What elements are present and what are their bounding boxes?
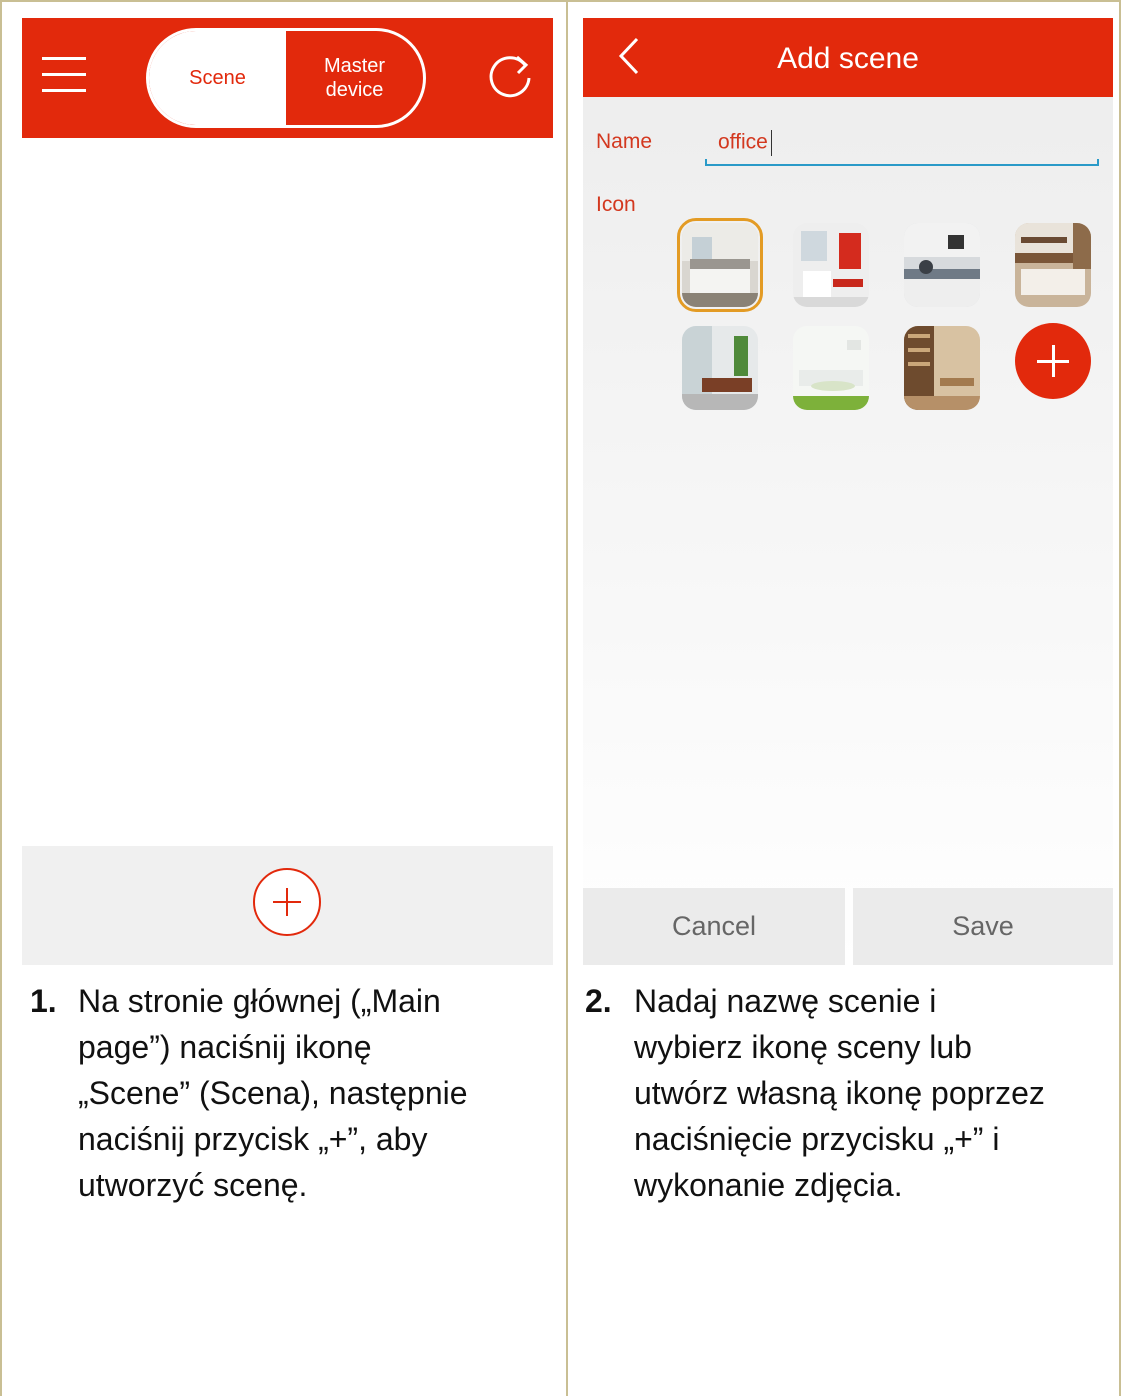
scene-icon-kitchen-white[interactable]: [904, 223, 980, 307]
cancel-button[interactable]: Cancel: [583, 888, 845, 965]
add-scene-screen: Add scene Name office Icon Cancel Save: [583, 18, 1113, 965]
table-top-border: [0, 0, 1121, 2]
step-text: Na stronie głównej („Main page”) naciśni…: [78, 983, 468, 1203]
office-icon: [904, 326, 980, 410]
main-page-header: Scene Master device: [22, 18, 553, 138]
scene-icon-living-room[interactable]: [793, 326, 869, 410]
page-title: Add scene: [777, 42, 919, 75]
caption-step-1: 1. Na stronie głównej („Main page”) naci…: [30, 978, 560, 1203]
kitchen-icon: [904, 223, 980, 307]
scene-icon-bedroom-white[interactable]: [677, 218, 763, 312]
scene-icon-bedroom-wood[interactable]: [1015, 223, 1091, 307]
scene-icon-kitchen-red[interactable]: [793, 223, 869, 307]
underline-tick-left: [705, 159, 707, 165]
step-text: Nadaj nazwę scenie i wybierz ikonę sceny…: [634, 983, 1045, 1203]
scene-icon-office[interactable]: [904, 326, 980, 410]
scene-master-toggle[interactable]: Scene Master device: [146, 28, 426, 128]
bedroom-icon: [682, 223, 758, 307]
refresh-icon[interactable]: [485, 51, 535, 101]
underline-tick-right: [1097, 159, 1099, 165]
name-label: Name: [596, 130, 653, 153]
text-cursor: [770, 130, 772, 156]
step-number: 2.: [585, 983, 612, 1019]
tab-scene[interactable]: Scene: [149, 31, 286, 125]
icon-label: Icon: [596, 193, 636, 216]
table-left-border: [0, 0, 2, 1396]
add-custom-icon-button[interactable]: [1015, 323, 1091, 399]
menu-icon[interactable]: [42, 55, 86, 95]
bathroom-icon: [682, 326, 758, 410]
table-middle-border: [566, 0, 568, 1396]
save-button[interactable]: Save: [853, 888, 1113, 965]
add-scene-plus-icon[interactable]: [252, 867, 322, 937]
kitchen-icon: [793, 223, 869, 307]
add-scene-bar: [22, 846, 553, 965]
scene-icon-bathroom[interactable]: [682, 326, 758, 410]
scene-name-value: office: [718, 130, 768, 154]
living-room-icon: [793, 326, 869, 410]
name-field-underline: [705, 164, 1099, 166]
step-number: 1.: [30, 983, 57, 1019]
tab-master-device[interactable]: Master device: [286, 31, 423, 125]
caption-step-2: 2. Nadaj nazwę scenie i wybierz ikonę sc…: [585, 978, 1115, 1203]
add-scene-header: Add scene: [583, 18, 1113, 97]
scene-name-input[interactable]: office: [718, 130, 772, 156]
bedroom-icon: [1015, 223, 1091, 307]
